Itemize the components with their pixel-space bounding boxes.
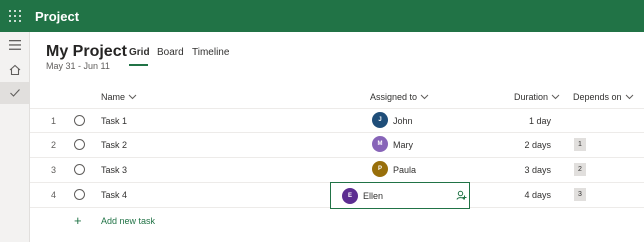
task-row[interactable]: 3 Task 3 P Paula 3 days 2 <box>30 158 644 183</box>
column-header-name[interactable]: Name <box>101 92 137 102</box>
task-duration[interactable]: 2 days <box>524 140 551 150</box>
chevron-down-icon <box>128 94 137 100</box>
column-header-label: Depends on <box>573 92 622 102</box>
column-header-label: Duration <box>514 92 549 102</box>
complete-task-checkbox[interactable] <box>74 164 85 175</box>
app-header: Project <box>0 0 644 32</box>
tab-board[interactable]: Board <box>157 47 184 58</box>
row-number: 3 <box>51 165 57 175</box>
add-person-icon[interactable] <box>456 190 467 201</box>
tasks-button[interactable] <box>0 82 30 104</box>
row-number: 1 <box>51 116 57 126</box>
task-name[interactable]: Task 3 <box>101 165 127 175</box>
assignee-name[interactable]: Paula <box>393 165 416 175</box>
row-number: 2 <box>51 140 57 150</box>
task-row[interactable]: 1 Task 1 J John 1 day <box>30 108 644 133</box>
assignee-name[interactable]: Mary <box>393 140 413 150</box>
left-rail <box>0 32 30 242</box>
row-number: 4 <box>51 190 57 200</box>
checkmark-icon <box>10 89 20 97</box>
column-header-depends[interactable]: Depends on <box>573 92 634 102</box>
project-dates: May 31 - Jun 11 <box>46 61 110 71</box>
complete-task-checkbox[interactable] <box>74 189 85 200</box>
add-task-label[interactable]: Add new task <box>101 216 155 226</box>
column-header-label: Name <box>101 92 126 102</box>
task-duration[interactable]: 1 day <box>529 116 551 126</box>
avatar: P <box>372 161 388 177</box>
assignee-name[interactable]: John <box>393 116 413 126</box>
task-duration[interactable]: 3 days <box>524 165 551 175</box>
task-duration[interactable]: 4 days <box>524 190 551 200</box>
project-title: My Project <box>46 43 127 60</box>
task-name[interactable]: Task 4 <box>101 190 127 200</box>
assignee-editor[interactable]: E Ellen <box>330 182 470 209</box>
task-name[interactable]: Task 2 <box>101 140 127 150</box>
app-launcher-icon[interactable] <box>9 10 21 22</box>
chevron-down-icon <box>420 94 429 100</box>
home-button[interactable] <box>0 59 30 81</box>
add-task-row[interactable]: + Add new task <box>30 209 644 234</box>
avatar: M <box>372 136 388 152</box>
task-name[interactable]: Task 1 <box>101 116 127 126</box>
avatar: J <box>372 112 388 128</box>
active-tab-indicator <box>129 64 148 66</box>
dependency-badge[interactable]: 1 <box>574 138 586 151</box>
hamburger-icon <box>9 40 21 50</box>
column-header-assigned[interactable]: Assigned to <box>370 92 429 102</box>
tab-timeline[interactable]: Timeline <box>192 47 229 58</box>
dependency-badge[interactable]: 3 <box>574 188 586 201</box>
assignee-name[interactable]: Ellen <box>363 191 383 201</box>
task-row[interactable]: 2 Task 2 M Mary 2 days 1 <box>30 133 644 158</box>
plus-icon[interactable]: + <box>74 214 82 227</box>
chevron-down-icon <box>551 94 560 100</box>
menu-button[interactable] <box>0 34 30 56</box>
dependency-badge[interactable]: 2 <box>574 163 586 176</box>
avatar: E <box>342 188 358 204</box>
column-header-label: Assigned to <box>370 92 418 102</box>
column-header-duration[interactable]: Duration <box>514 92 560 102</box>
app-title[interactable]: Project <box>35 9 79 24</box>
home-icon <box>9 64 21 76</box>
tab-grid[interactable]: Grid <box>129 47 150 58</box>
complete-task-checkbox[interactable] <box>74 139 85 150</box>
chevron-down-icon <box>625 94 633 100</box>
complete-task-checkbox[interactable] <box>74 115 85 126</box>
